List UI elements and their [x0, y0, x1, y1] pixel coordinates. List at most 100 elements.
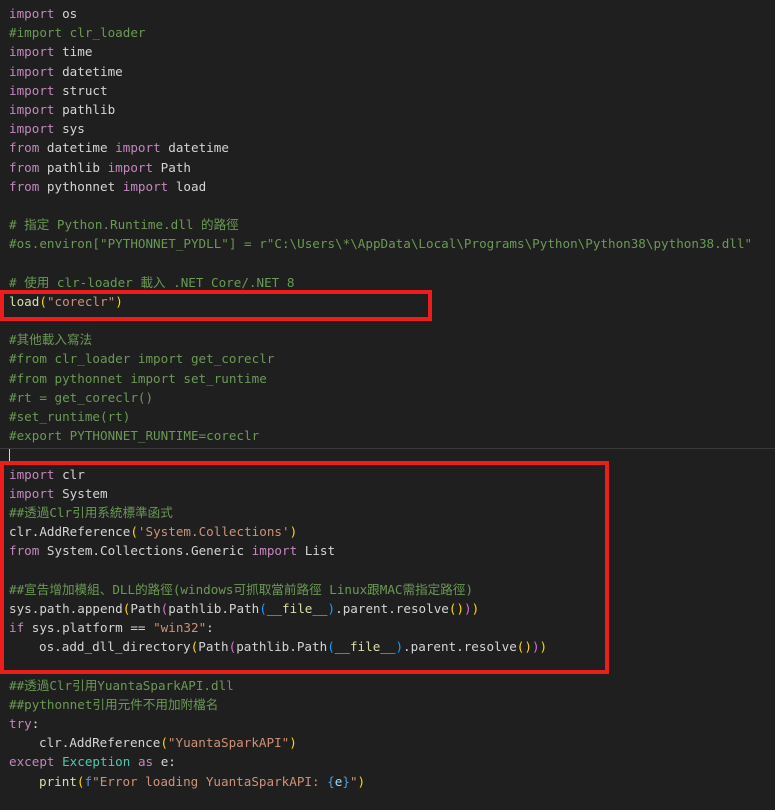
code-token: try — [9, 715, 32, 731]
code-token: from — [9, 159, 40, 175]
code-line[interactable]: import clr — [0, 465, 775, 484]
code-token: Path — [153, 159, 192, 175]
code-line[interactable]: # 指定 Python.Runtime.dll 的路徑 — [0, 215, 775, 234]
code-line[interactable]: if sys.platform == "win32": — [0, 618, 775, 637]
code-line[interactable]: import time — [0, 42, 775, 61]
code-token: ) — [289, 735, 297, 751]
code-token: time — [54, 44, 93, 60]
code-token: import — [9, 485, 55, 501]
code-line[interactable]: import datetime — [0, 62, 775, 81]
code-line[interactable]: import System — [0, 484, 775, 503]
code-line[interactable]: import pathlib — [0, 100, 775, 119]
code-line[interactable]: os.add_dll_directory(Path(pathlib.Path(_… — [0, 637, 775, 656]
code-token: : — [206, 620, 214, 635]
code-line[interactable] — [0, 311, 775, 330]
code-token: sys.platform — [24, 620, 131, 635]
code-token: "coreclr" — [46, 293, 116, 309]
code-token: # 指定 Python.Runtime.dll 的路徑 — [9, 217, 239, 233]
code-token: pythonnet — [39, 178, 123, 194]
code-line[interactable]: #export PYTHONNET_RUNTIME=coreclr — [0, 426, 775, 445]
code-line[interactable]: import sys — [0, 119, 775, 138]
code-line[interactable]: ##宣告增加模組、DLL的路徑(windows可抓取當前路徑 Linux跟MAC… — [0, 580, 775, 599]
code-token: " — [349, 773, 358, 789]
code-token: # 使用 clr-loader 載入 .NET Core/.NET 8 — [9, 274, 295, 290]
code-token: ##透過Clr引用系統標準函式 — [9, 504, 173, 520]
code-editor[interactable]: import os #import clr_loader import time im… — [0, 0, 775, 810]
code-token: ( — [130, 524, 138, 540]
code-token: #from clr_loader import get_coreclr — [9, 351, 275, 367]
code-token: #rt = get_coreclr() — [9, 389, 154, 405]
code-token: .parent.resolve — [403, 639, 517, 655]
code-token: System.Collections.Generic — [39, 543, 252, 559]
code-token: clr — [54, 466, 85, 482]
code-line[interactable] — [0, 253, 775, 272]
code-token: : — [31, 715, 40, 731]
code-line[interactable]: ##透過Clr引用YuantaSparkAPI.dll — [0, 676, 775, 695]
code-line[interactable]: import struct — [0, 81, 775, 100]
code-token: ) — [395, 639, 404, 655]
code-token: 'System.Collections' — [137, 524, 290, 540]
code-line[interactable]: from pythonnet import load — [0, 177, 775, 196]
code-line[interactable]: #os.environ["PYTHONNET_PYDLL"] = r"C:\Us… — [0, 234, 775, 253]
code-token: __file__ — [334, 639, 396, 655]
code-token: "win32" — [153, 620, 207, 635]
code-token: datetime — [39, 140, 116, 156]
code-token: Path — [130, 600, 161, 616]
code-token: ( — [76, 773, 85, 789]
code-token: #os.environ["PYTHONNET_PYDLL"] = r"C:\Us… — [9, 236, 753, 252]
code-line[interactable]: clr.AddReference('System.Collections') — [0, 522, 775, 541]
code-line[interactable]: print(f"Error loading YuantaSparkAPI: {e… — [0, 772, 775, 791]
code-token: ) — [464, 600, 472, 616]
code-token: System — [54, 485, 108, 501]
code-line[interactable]: import os — [0, 4, 775, 23]
code-line[interactable]: from pathlib import Path — [0, 158, 775, 177]
code-token: as — [137, 754, 154, 770]
code-token: ) — [539, 639, 548, 655]
code-line[interactable]: #其他載入寫法 — [0, 330, 775, 349]
code-line[interactable]: from datetime import datetime — [0, 138, 775, 157]
code-line[interactable]: ##透過Clr引用系統標準函式 — [0, 503, 775, 522]
code-line[interactable]: except Exception as e: — [0, 752, 775, 771]
code-token: ( — [327, 639, 335, 655]
code-line[interactable]: #set_runtime(rt) — [0, 407, 775, 426]
code-line[interactable]: #rt = get_coreclr() — [0, 388, 775, 407]
code-line[interactable]: #from clr_loader import get_coreclr — [0, 349, 775, 368]
code-token: List — [297, 543, 336, 559]
code-token: () — [516, 639, 532, 655]
code-line[interactable]: clr.AddReference("YuantaSparkAPI") — [0, 733, 775, 752]
code-line[interactable]: #import clr_loader — [0, 23, 775, 42]
code-token: pathlib — [54, 101, 116, 117]
text-cursor — [9, 449, 10, 462]
code-token: () — [448, 600, 465, 616]
code-area[interactable]: import os #import clr_loader import time im… — [0, 4, 775, 791]
code-token: ( — [160, 735, 168, 751]
code-token: os.add_dll_directory — [39, 639, 191, 655]
code-line[interactable]: #from pythonnet import set_runtime — [0, 369, 775, 388]
code-token: e: — [153, 754, 176, 770]
code-token: pathlib.Path — [168, 600, 260, 616]
code-line[interactable] — [0, 196, 775, 215]
code-line[interactable]: # 使用 clr-loader 載入 .NET Core/.NET 8 — [0, 273, 775, 292]
code-line[interactable]: ##pythonnet引用元件不用加附檔名 — [0, 695, 775, 714]
code-token: import — [251, 543, 298, 559]
code-token: import — [9, 82, 55, 98]
code-token: pathlib.Path — [236, 639, 328, 655]
code-token: from — [9, 140, 40, 156]
code-token: "YuantaSparkAPI" — [167, 735, 290, 751]
code-token: print — [39, 773, 77, 789]
code-token: clr.AddReference — [39, 735, 161, 751]
section-divider — [0, 448, 775, 449]
code-line[interactable]: load("coreclr") — [0, 292, 775, 311]
code-line[interactable]: try: — [0, 714, 775, 733]
code-line[interactable] — [0, 656, 775, 675]
code-line[interactable]: from System.Collections.Generic import L… — [0, 541, 775, 560]
code-token: if — [9, 620, 25, 635]
code-token: } — [342, 773, 350, 789]
code-token: import — [9, 63, 55, 79]
code-token: ( — [39, 293, 47, 309]
code-line[interactable]: sys.path.append(Path(pathlib.Path(__file… — [0, 599, 775, 618]
code-token: #其他載入寫法 — [9, 332, 93, 348]
code-line[interactable] — [0, 560, 775, 579]
code-token: from — [9, 178, 40, 194]
